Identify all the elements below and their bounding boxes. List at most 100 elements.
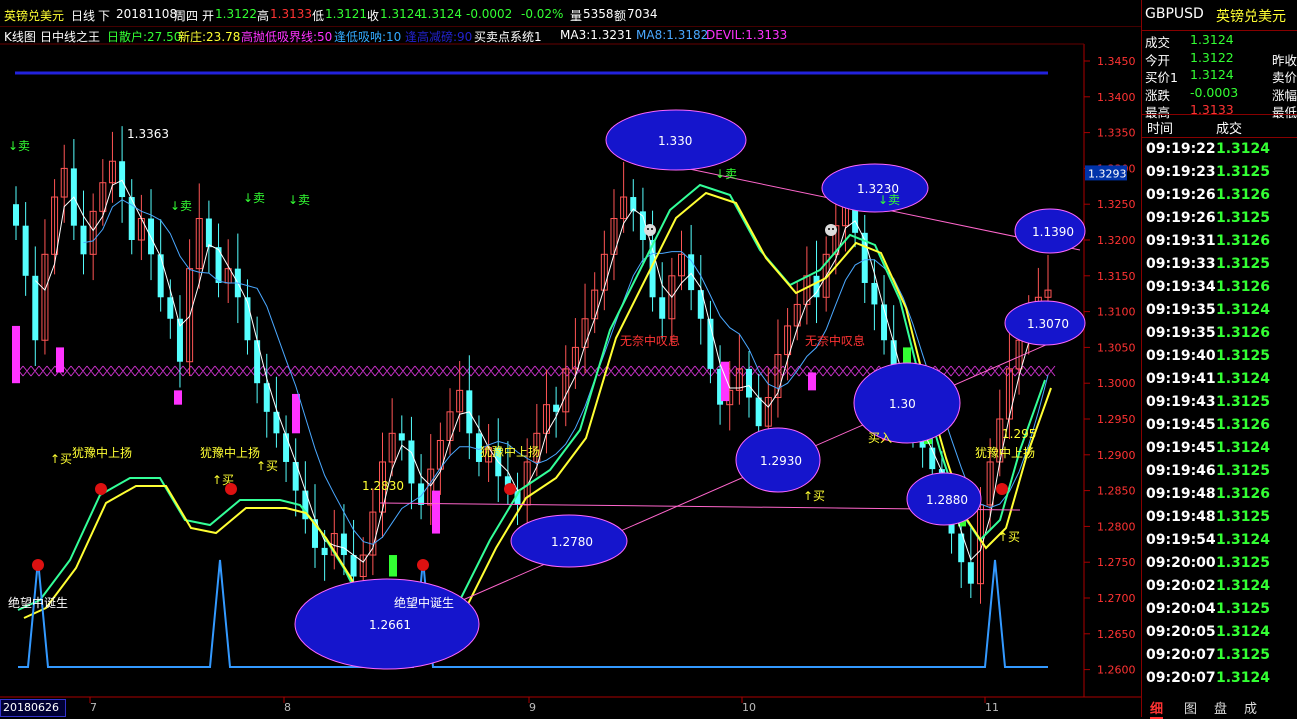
tick-time: 09:19:45 (1146, 440, 1216, 456)
tick-time: 09:19:45 (1146, 417, 1216, 433)
tick-price: 1.3125 (1216, 394, 1271, 410)
ellipse-label: 1.1390 (1032, 225, 1074, 239)
tick-time: 09:19:22 (1146, 141, 1216, 157)
signal-dot (32, 559, 44, 571)
candle-body (408, 440, 415, 484)
tick-row: 09:19:54 1.3124 (1142, 529, 1297, 552)
tick-price: 1.3124 (1216, 532, 1271, 548)
signal-bar (12, 325, 20, 384)
candle-body (283, 433, 290, 462)
despair-label: 绝望中诞生 (8, 595, 68, 610)
candle-body (871, 282, 878, 305)
tick-price: 1.3124 (1216, 371, 1271, 387)
panel-tabs: 细 图 盘 成 (1142, 696, 1297, 719)
peak-label: 1.3363 (127, 127, 169, 141)
sell-signal: ↓卖 (715, 167, 737, 181)
ellipse-label: 1.3070 (1027, 317, 1069, 331)
price-tick-label: 1.3350 (1097, 127, 1136, 140)
quote-panel: GBPUSD 英镑兑美元 成交 1.3124 今开 1.3122 昨收 买价1 1.3124… (1141, 0, 1297, 719)
tab-board[interactable]: 盘 (1214, 698, 1227, 717)
tick-price: 1.3124 (1216, 670, 1271, 686)
tick-row: 09:19:26 1.3125 (1142, 207, 1297, 230)
tick-price: 1.3125 (1216, 463, 1271, 479)
smiley-icon (825, 224, 837, 236)
tick-time: 09:19:48 (1146, 486, 1216, 502)
signal-bar (721, 361, 729, 402)
x-label-10: 10 (742, 701, 756, 714)
tick-price: 1.3124 (1216, 440, 1271, 456)
quote-symbol: GBPUSD (1145, 6, 1204, 22)
ellipse-label: 1.2661 (369, 618, 411, 632)
signal-bar (174, 390, 182, 405)
smiley-icon (644, 224, 656, 236)
ellipse-label: 1.2880 (926, 493, 968, 507)
buy-signal: ↑买 (803, 489, 825, 503)
tick-price: 1.3126 (1216, 233, 1271, 249)
tick-price: 1.3125 (1216, 348, 1271, 364)
signal-dot (504, 483, 516, 495)
chart-panel[interactable]: 英镑兑美元 日线 下 20181108 周四 开 1.3122 高 1.3133… (0, 0, 1141, 717)
tab-trades[interactable]: 成 (1244, 698, 1257, 717)
quote-row-value: 1.3124 (1190, 32, 1234, 47)
tick-time: 09:19:46 (1146, 463, 1216, 479)
candle-body (340, 533, 347, 556)
buy-signal: ↑买 (998, 530, 1020, 544)
candle-body (746, 368, 753, 398)
tick-time: 09:19:34 (1146, 279, 1216, 295)
tick-time: 09:20:04 (1146, 601, 1216, 617)
tab-chart[interactable]: 图 (1184, 698, 1197, 717)
buy-in-label: 买入 (868, 431, 892, 445)
tick-time: 09:19:31 (1146, 233, 1216, 249)
tick-time: 09:19:48 (1146, 509, 1216, 525)
candle-body (148, 218, 155, 255)
ellipse-label: 1.330 (658, 134, 692, 148)
smiley-eye (828, 228, 830, 230)
tab-detail[interactable]: 细 (1150, 698, 1164, 719)
start-date-label: 20180626 (0, 699, 66, 717)
tick-price: 1.3126 (1216, 417, 1271, 433)
despair-label: 绝望中诞生 (394, 595, 454, 610)
quote-row: 涨跌 -0.0003 涨幅 (1142, 84, 1297, 103)
tick-price: 1.3124 (1216, 578, 1271, 594)
signal-dot (996, 483, 1008, 495)
price-tick-label: 1.2900 (1097, 449, 1136, 462)
tick-price: 1.3126 (1216, 279, 1271, 295)
tick-price: 1.3125 (1216, 647, 1271, 663)
ellipse-label: 1.2930 (760, 454, 802, 468)
tick-time: 09:20:00 (1146, 555, 1216, 571)
quote-name: 英镑兑美元 (1216, 9, 1286, 25)
tick-row: 09:20:02 1.3124 (1142, 575, 1297, 598)
x-label-9: 9 (529, 701, 536, 714)
tick-price: 1.3124 (1216, 302, 1271, 318)
quote-row: 今开 1.3122 昨收 (1142, 49, 1297, 68)
tick-price: 1.3125 (1216, 555, 1271, 571)
smiley-eye (647, 228, 649, 230)
price-tick-label: 1.3000 (1097, 377, 1136, 390)
price-tick-label: 1.3450 (1097, 55, 1136, 68)
tick-row: 09:19:35 1.3126 (1142, 322, 1297, 345)
candle-body (350, 555, 357, 577)
price-tick-label: 1.3400 (1097, 91, 1136, 104)
price-tick-label: 1.2850 (1097, 485, 1136, 498)
kline-chart[interactable]: 1.34501.34001.33501.33001.32501.32001.31… (0, 0, 1141, 717)
tick-time: 09:19:35 (1146, 325, 1216, 341)
tick-price: 1.3125 (1216, 509, 1271, 525)
tick-time: 09:19:40 (1146, 348, 1216, 364)
candle-body (32, 275, 39, 341)
candle-body (659, 297, 666, 319)
tick-row: 09:19:34 1.3126 (1142, 276, 1297, 299)
tick-row: 09:20:07 1.3125 (1142, 644, 1297, 667)
tick-price: 1.3125 (1216, 164, 1271, 180)
ticks-header: 时间 成交 (1142, 114, 1297, 138)
x-label-7: 7 (90, 701, 97, 714)
quote-row: 成交 1.3124 (1142, 31, 1297, 50)
tick-row: 09:19:48 1.3125 (1142, 506, 1297, 529)
signal-dot (417, 559, 429, 571)
candle-body (205, 218, 212, 248)
tick-row: 09:19:43 1.3125 (1142, 391, 1297, 414)
signal-bar (389, 555, 397, 577)
spike-line (18, 559, 1048, 668)
tick-row: 09:19:46 1.3125 (1142, 460, 1297, 483)
signal-bar (56, 347, 64, 373)
price-tick-label: 1.2700 (1097, 592, 1136, 605)
